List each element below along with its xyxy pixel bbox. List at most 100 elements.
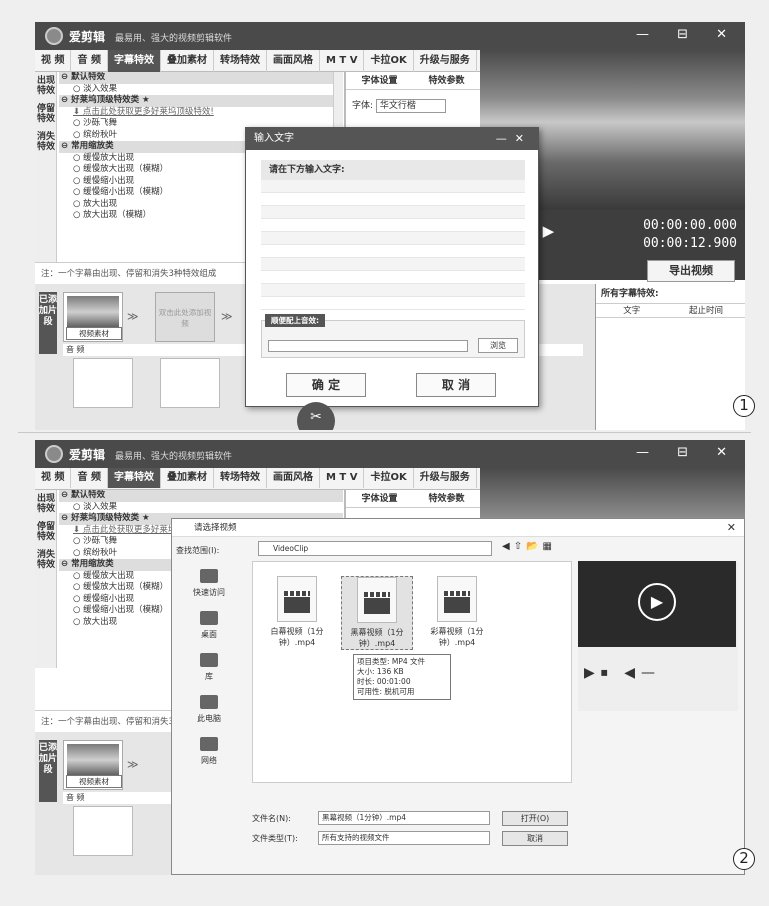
- menu-audio[interactable]: 音 频: [71, 468, 108, 488]
- nav-network[interactable]: 网络: [176, 733, 242, 775]
- close-icon[interactable]: ✕: [727, 519, 736, 537]
- time-total: 00:00:12.900: [643, 236, 737, 251]
- clip-video[interactable]: 视频素材: [63, 740, 123, 790]
- nav-pane: 快速访问 桌面 库 此电脑 网络: [176, 565, 242, 785]
- text-input-area[interactable]: [261, 180, 525, 310]
- menu-overlay[interactable]: 叠加素材: [161, 50, 214, 72]
- fx-more-link[interactable]: ⬇ 点击此处获取更多好莱坞顶级特效!: [59, 107, 343, 119]
- menu-transition[interactable]: 转场特效: [214, 468, 267, 488]
- menu-transition[interactable]: 转场特效: [214, 50, 267, 72]
- main-menu: 视 频 音 频 字幕特效 叠加素材 转场特效 画面风格 M T V 卡拉OK 升…: [35, 50, 480, 72]
- browse-button[interactable]: 浏览: [478, 338, 518, 353]
- sound-path-input[interactable]: [268, 340, 468, 352]
- filetype-label: 文件类型(T):: [252, 834, 298, 843]
- file-item-selected[interactable]: 黑幕视频（1分钟）.mp4: [341, 576, 413, 650]
- menu-video[interactable]: 视 频: [35, 468, 72, 488]
- folder-toolbar-icons[interactable]: ◀⇧📂▦: [502, 541, 556, 552]
- tab-fx-params[interactable]: 特效参数: [413, 490, 480, 508]
- tab-vanish-fx[interactable]: 消失特效: [35, 128, 57, 156]
- menu-style[interactable]: 画面风格: [267, 468, 320, 488]
- fx-group[interactable]: ⊖ 默认特效: [59, 490, 343, 502]
- font-label: 字体:: [352, 101, 374, 111]
- video-file-icon: [357, 577, 397, 623]
- preview-controls[interactable]: ▶⏹ ◀—: [584, 665, 661, 681]
- window-controls[interactable]: — ⊟ ✕: [636, 445, 739, 460]
- app-name: 爱剪辑: [69, 448, 106, 462]
- audio-slot[interactable]: [73, 806, 133, 856]
- ok-button[interactable]: 确 定: [286, 373, 366, 397]
- app-slogan: 最易用、强大的视频剪辑软件: [115, 34, 233, 44]
- menu-overlay[interactable]: 叠加素材: [161, 468, 214, 488]
- menu-subtitle-fx[interactable]: 字幕特效: [107, 50, 161, 72]
- settings-tabs: 字体设置 特效参数: [346, 72, 480, 90]
- file-item[interactable]: 彩幕视频（1分钟）.mp4: [421, 576, 493, 648]
- menu-upgrade[interactable]: 升级与服务: [414, 50, 477, 72]
- star-icon: [200, 569, 218, 583]
- tab-stay-fx[interactable]: 停留特效: [35, 100, 57, 128]
- menu-style[interactable]: 画面风格: [267, 50, 320, 72]
- clip-video[interactable]: 视频素材: [63, 292, 123, 342]
- tab-fx-params[interactable]: 特效参数: [413, 72, 480, 90]
- title-bar: 爱剪辑 最易用、强大的视频剪辑软件 — ⊟ ✕: [35, 440, 745, 468]
- menu-mtv[interactable]: M T V: [320, 50, 365, 72]
- app-name: 爱剪辑: [69, 30, 106, 44]
- added-clips-label: 已添加片段: [39, 292, 57, 354]
- tab-appear-fx[interactable]: 出现特效: [35, 490, 57, 518]
- menu-audio[interactable]: 音 频: [71, 50, 108, 72]
- filename-label: 文件名(N):: [252, 814, 291, 823]
- label-2: 2: [733, 848, 755, 870]
- computer-icon: [200, 695, 218, 709]
- chevron-right-icon: ≫: [127, 758, 139, 771]
- file-tooltip: 项目类型: MP4 文件 大小: 136 KB 时长: 00:01:00 可用性: …: [353, 654, 451, 700]
- menu-karaoke[interactable]: 卡拉OK: [364, 50, 414, 72]
- input-prompt: 请在下方输入文字:: [261, 160, 525, 180]
- col-text: 文字: [623, 306, 641, 316]
- app-logo-icon: [45, 27, 63, 45]
- font-row: 字体: 华文行楷: [352, 98, 474, 113]
- menu-mtv[interactable]: M T V: [320, 468, 365, 488]
- audio-slot[interactable]: [73, 358, 133, 408]
- add-clip-slot[interactable]: 双击此处添加视频: [155, 292, 215, 342]
- subtitle-list-panel: 所有字幕特效: 文字 起止时间: [595, 284, 745, 430]
- tab-stay-fx[interactable]: 停留特效: [35, 518, 57, 546]
- dialog-title: 请选择视频 ✕: [172, 519, 744, 537]
- tab-font-settings[interactable]: 字体设置: [346, 490, 413, 508]
- tab-vanish-fx[interactable]: 消失特效: [35, 546, 57, 574]
- file-item[interactable]: 白幕视频（1分钟）.mp4: [261, 576, 333, 648]
- separator: [18, 432, 751, 433]
- tab-font-settings[interactable]: 字体设置: [346, 72, 413, 90]
- play-icon[interactable]: ▶: [638, 583, 676, 621]
- menu-karaoke[interactable]: 卡拉OK: [364, 468, 414, 488]
- open-button[interactable]: 打开(O): [502, 811, 568, 826]
- fx-group[interactable]: ⊖ 默认特效: [59, 72, 343, 84]
- nav-quick-access[interactable]: 快速访问: [176, 565, 242, 607]
- nav-library[interactable]: 库: [176, 649, 242, 691]
- menu-video[interactable]: 视 频: [35, 50, 72, 72]
- fx-item[interactable]: 淡入效果: [59, 502, 343, 514]
- nav-desktop[interactable]: 桌面: [176, 607, 242, 649]
- settings-tabs: 字体设置 特效参数: [346, 490, 480, 508]
- nav-this-pc[interactable]: 此电脑: [176, 691, 242, 733]
- close-icon[interactable]: —✕: [496, 128, 532, 150]
- folder-select[interactable]: VideoClip: [258, 541, 492, 556]
- cancel-button[interactable]: 取 消: [416, 373, 496, 397]
- export-button[interactable]: 导出视频: [647, 260, 735, 282]
- main-menu: 视 频 音 频 字幕特效 叠加素材 转场特效 画面风格 M T V 卡拉OK 升…: [35, 468, 480, 490]
- fx-group[interactable]: ⊖ 好莱坞顶级特效类 ★: [59, 95, 343, 107]
- fx-item[interactable]: 淡入效果: [59, 84, 343, 96]
- library-icon: [200, 653, 218, 667]
- clip-label: 视频素材: [66, 775, 122, 788]
- font-select[interactable]: 华文行楷: [375, 99, 446, 113]
- menu-upgrade[interactable]: 升级与服务: [414, 468, 477, 488]
- screenshot-2: 爱剪辑 最易用、强大的视频剪辑软件 — ⊟ ✕ 视 频 音 频 字幕特效 叠加素…: [35, 440, 745, 875]
- menu-subtitle-fx[interactable]: 字幕特效: [107, 468, 161, 488]
- file-list: 白幕视频（1分钟）.mp4 黑幕视频（1分钟）.mp4 彩幕视频（1分钟）.mp…: [252, 561, 572, 783]
- preview-pane: ▶ ▶⏹ ◀—: [578, 561, 738, 711]
- filetype-select[interactable]: 所有支持的视频文件: [318, 831, 490, 845]
- window-controls[interactable]: — ⊟ ✕: [636, 27, 739, 42]
- cancel-button[interactable]: 取消: [502, 831, 568, 846]
- filename-input[interactable]: 黑幕视频（1分钟）.mp4: [318, 811, 490, 825]
- chevron-right-icon: ≫: [221, 310, 233, 323]
- audio-slot[interactable]: [160, 358, 220, 408]
- tab-appear-fx[interactable]: 出现特效: [35, 72, 57, 100]
